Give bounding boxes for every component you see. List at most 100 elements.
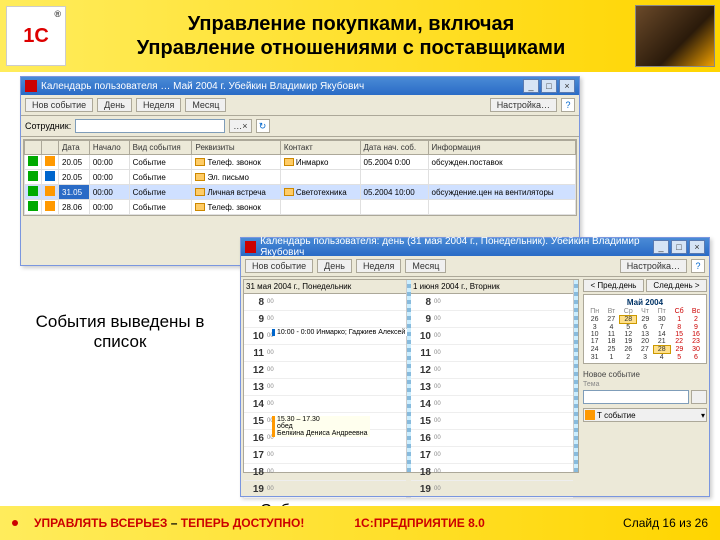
calendar-day-cell[interactable]: 15 [670, 331, 688, 338]
calendar-day-cell[interactable]: 24 [586, 346, 603, 354]
hour-row[interactable]: 1800 [244, 464, 406, 481]
hour-row[interactable]: 1100 [411, 345, 573, 362]
calendar-day-cell[interactable]: 2 [688, 316, 704, 324]
settings-button[interactable]: Настройка… [490, 98, 557, 112]
calendar-day-cell[interactable]: 27 [603, 316, 619, 324]
calendar-day-cell[interactable]: 12 [620, 331, 637, 338]
table-row[interactable]: 31.05 00:00 Событие Личная встреча Свето… [25, 185, 576, 200]
hour-row[interactable]: 1900 [244, 481, 406, 498]
hour-row[interactable]: 1300 [411, 379, 573, 396]
calendar-day-cell[interactable]: 4 [653, 354, 670, 362]
new-event-button[interactable]: Нов событие [245, 259, 313, 273]
calendar-day-cell[interactable]: 10 [586, 331, 603, 338]
calendar-day-cell[interactable]: 8 [670, 324, 688, 332]
calendar-day-cell[interactable]: 4 [603, 324, 619, 332]
calendar-day-cell[interactable]: 14 [653, 331, 670, 338]
hour-row[interactable]: 1200 [244, 362, 406, 379]
hour-row[interactable]: 900 [244, 311, 406, 328]
calendar-day-cell[interactable]: 13 [637, 331, 653, 338]
field-clear-button[interactable]: …× [229, 119, 251, 133]
calendar-day-cell[interactable]: 3 [637, 354, 653, 362]
hour-row[interactable]: 1700 [411, 447, 573, 464]
maximize-button[interactable]: □ [671, 240, 687, 254]
view-month-button[interactable]: Месяц [405, 259, 446, 273]
calendar-day-cell[interactable]: 17 [586, 338, 603, 346]
win1-titlebar[interactable]: Календарь пользователя … Май 2004 г. Убе… [21, 77, 579, 95]
prev-day-button[interactable]: < Пред.день [583, 279, 644, 292]
calendar-day-cell[interactable]: 5 [620, 324, 637, 332]
new-event-add-button[interactable] [691, 390, 707, 404]
calendar-day-cell[interactable]: 26 [586, 316, 603, 324]
minimize-button[interactable]: _ [523, 79, 539, 93]
calendar-day-cell[interactable]: 18 [603, 338, 619, 346]
hour-row[interactable]: 1200 [411, 362, 573, 379]
employee-field[interactable] [75, 119, 225, 133]
hour-row[interactable]: 1500 [411, 413, 573, 430]
calendar-day-cell[interactable]: 1 [603, 354, 619, 362]
new-event-button[interactable]: Нов событие [25, 98, 93, 112]
hours-column[interactable]: 8009001000110012001300140015001600170018… [411, 294, 573, 498]
hour-row[interactable]: 1400 [411, 396, 573, 413]
view-week-button[interactable]: Неделя [136, 98, 181, 112]
help-icon[interactable]: ? [561, 98, 575, 112]
calendar-day-cell[interactable]: 9 [688, 324, 704, 332]
calendar-day-cell[interactable]: 19 [620, 338, 637, 346]
calendar-day-cell[interactable]: 21 [653, 338, 670, 346]
settings-button[interactable]: Настройка… [620, 259, 687, 273]
calendar-day-cell[interactable]: 26 [620, 346, 637, 354]
help-icon[interactable]: ? [691, 259, 705, 273]
win2-titlebar[interactable]: Календарь пользователя: день (31 мая 200… [241, 238, 709, 256]
calendar-day-cell[interactable]: 23 [688, 338, 704, 346]
calendar-event[interactable]: 10:00 - 0:00 Инмарко; Гаджиев Алексей [272, 329, 407, 336]
table-row[interactable]: 20.05 00:00 Событие Телеф. звонок Инмарк… [25, 155, 576, 170]
event-type-selector[interactable]: Т событие ▾ [583, 408, 707, 422]
calendar-day-cell[interactable]: 29 [670, 346, 688, 354]
table-row[interactable]: 20.05 00:00 Событие Эл. письмо [25, 170, 576, 185]
refresh-icon[interactable]: ↻ [256, 119, 270, 133]
hour-row[interactable]: 1300 [244, 379, 406, 396]
view-week-button[interactable]: Неделя [356, 259, 401, 273]
calendar-day-cell[interactable]: 30 [688, 346, 704, 354]
month-calendar[interactable]: Май 2004 ПнВтСрЧтПтСбВс26272829301234567… [583, 294, 707, 364]
calendar-day-cell[interactable]: 6 [637, 324, 653, 332]
calendar-day-cell[interactable]: 29 [637, 316, 653, 324]
calendar-day-cell[interactable]: 11 [603, 331, 619, 338]
col-start[interactable]: Начало [89, 141, 129, 155]
hour-row[interactable]: 1800 [411, 464, 573, 481]
col-date[interactable]: Дата [59, 141, 90, 155]
col-contact[interactable]: Контакт [280, 141, 360, 155]
view-month-button[interactable]: Месяц [185, 98, 226, 112]
next-day-button[interactable]: След.день > [646, 279, 707, 292]
close-button[interactable]: × [559, 79, 575, 93]
hour-row[interactable]: 800 [244, 294, 406, 311]
hour-row[interactable]: 1400 [244, 396, 406, 413]
calendar-day-cell[interactable]: 31 [586, 354, 603, 362]
col-icon[interactable] [42, 141, 59, 155]
calendar-day-cell[interactable]: 7 [653, 324, 670, 332]
hours-column[interactable]: 10:00 - 0:00 Инмарко; Гаджиев Алексей 15… [244, 294, 406, 498]
calendar-event[interactable]: 15.30 – 17.30 обед Белкина Дениса Андрее… [272, 416, 370, 437]
calendar-day-cell[interactable]: 3 [586, 324, 603, 332]
hour-row[interactable]: 800 [411, 294, 573, 311]
calendar-day-cell[interactable]: 27 [637, 346, 653, 354]
calendar-day-cell[interactable]: 30 [653, 316, 670, 324]
hour-row[interactable]: 1700 [244, 447, 406, 464]
col-req[interactable]: Реквизиты [192, 141, 280, 155]
col-info[interactable]: Информация [428, 141, 575, 155]
col-dateplan[interactable]: Дата нач. соб. [360, 141, 428, 155]
calendar-day-cell[interactable]: 5 [670, 354, 688, 362]
hour-row[interactable]: 1900 [411, 481, 573, 498]
hour-row[interactable]: 900 [411, 311, 573, 328]
minimize-button[interactable]: _ [653, 240, 669, 254]
calendar-day-cell[interactable]: 20 [637, 338, 653, 346]
table-row[interactable]: 28.06 00:00 Событие Телеф. звонок [25, 200, 576, 215]
calendar-day-cell[interactable]: 16 [688, 331, 704, 338]
calendar-day-cell[interactable]: 28 [653, 346, 670, 354]
hour-row[interactable]: 1600 [411, 430, 573, 447]
view-day-button[interactable]: День [317, 259, 352, 273]
col-type[interactable]: Вид события [129, 141, 192, 155]
col-flag[interactable] [25, 141, 42, 155]
calendar-day-cell[interactable]: 6 [688, 354, 704, 362]
calendar-day-cell[interactable]: 22 [670, 338, 688, 346]
maximize-button[interactable]: □ [541, 79, 557, 93]
